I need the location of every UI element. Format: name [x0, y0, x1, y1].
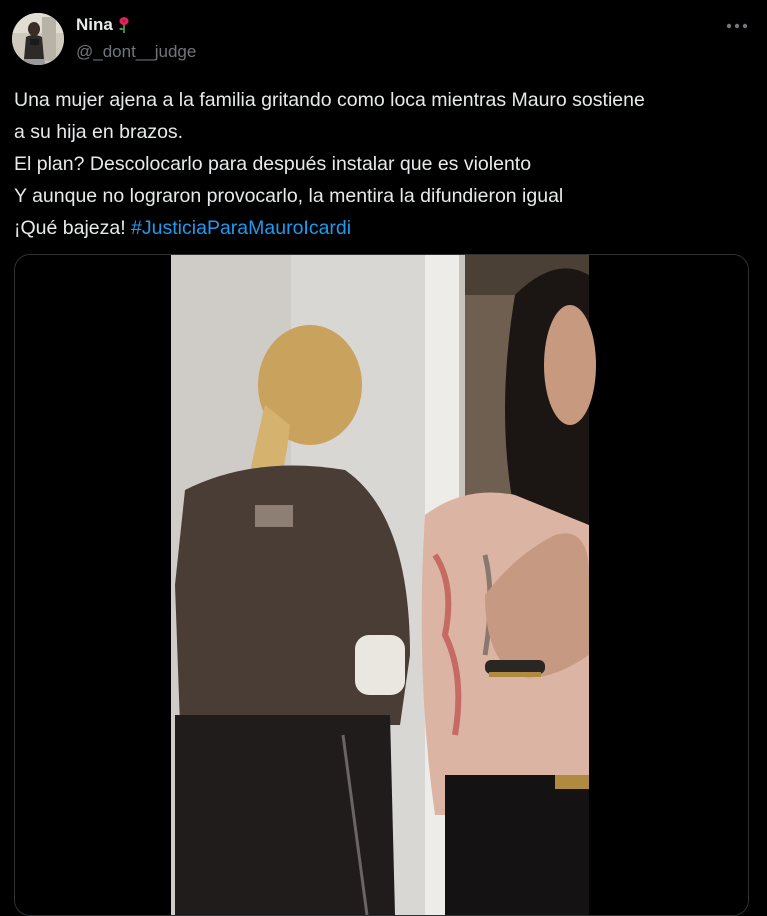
- profile-photo: [12, 13, 64, 65]
- rose-icon: [116, 16, 132, 34]
- display-name[interactable]: Nina: [76, 14, 113, 36]
- more-dots-icon: [726, 23, 748, 29]
- tweet-line: a su hija en brazos.: [14, 121, 184, 143]
- tweet-line: Una mujer ajena a la familia gritando co…: [14, 89, 645, 111]
- author-name-row[interactable]: Nina: [76, 14, 132, 36]
- video-media[interactable]: [14, 254, 749, 916]
- user-handle[interactable]: @_dont__judge: [76, 41, 196, 63]
- more-button[interactable]: [725, 15, 749, 37]
- video-frame: [15, 255, 748, 915]
- avatar[interactable]: [12, 13, 64, 65]
- tweet-text: Una mujer ajena a la familia gritando co…: [14, 84, 754, 244]
- tweet-line-text: ¡Qué bajeza!: [14, 217, 132, 239]
- hashtag-link[interactable]: #JusticiaParaMauroIcardi: [131, 217, 351, 239]
- tweet: Nina @_dont__judge Una mujer ajena a la …: [0, 0, 767, 916]
- tweet-line: El plan? Descolocarlo para después insta…: [14, 153, 532, 175]
- tweet-line-last: ¡Qué bajeza! #JusticiaParaMauroIcardi: [14, 212, 754, 244]
- tweet-line: Y aunque no lograron provocarlo, la ment…: [14, 185, 564, 207]
